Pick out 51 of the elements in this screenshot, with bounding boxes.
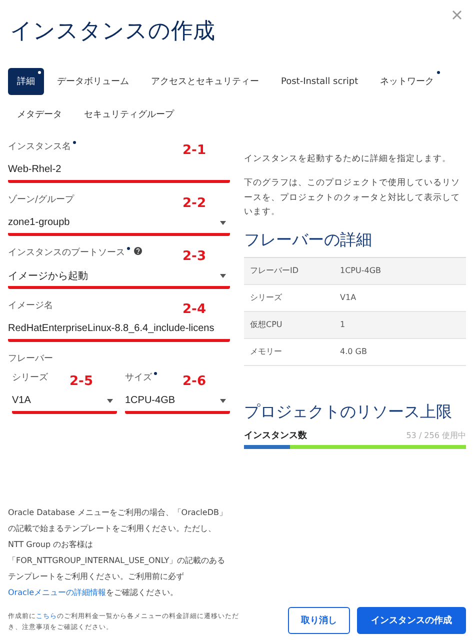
annotation-label: 2-3 [182, 249, 206, 264]
table-cell: V1A [340, 293, 356, 302]
select-field[interactable]: zone1-groupb [8, 212, 230, 236]
tab[interactable]: メタデータ [8, 101, 71, 128]
annotation-label: 2-1 [182, 143, 206, 158]
field-label: サイズ [125, 372, 152, 384]
table-cell: 4.0 GB [340, 347, 367, 356]
dialog-title: インスタンスの作成 [10, 18, 216, 46]
table-cell-text: シリーズ [250, 292, 283, 304]
field-label: イメージ名 [8, 300, 53, 312]
select-field[interactable]: V1A [12, 390, 117, 414]
close-icon[interactable] [452, 10, 462, 20]
cancel-button[interactable]: 取り消し [288, 607, 350, 634]
create-button[interactable]: インスタンスの作成 [357, 607, 466, 634]
quota-reading: 53 / 256 使用中 [406, 430, 466, 441]
input-field[interactable]: RedHatEnterpriseLinux-8.8_6.4_include-licens [8, 318, 230, 342]
caret-icon [107, 398, 113, 402]
tab[interactable]: アクセスとセキュリティー [142, 68, 268, 95]
description-text: インスタンスを起動するために詳細を指定します。 [244, 152, 452, 166]
tab[interactable]: セキュリティグループ [75, 101, 183, 128]
caret-icon [220, 398, 226, 402]
field-label: インスタンス名 [8, 140, 71, 153]
tab[interactable]: データボリューム [48, 68, 138, 95]
table-cell: 1CPU-4GB [340, 266, 382, 276]
help-icon[interactable] [134, 247, 142, 255]
description-text: 下のグラフは、このプロジェクトで使用しているリソースを、プロジェクトのクォータと対比して表示しています。 [244, 176, 461, 220]
oracle-note: Oracle Database メニューをご利用の場合、「OracleDB」の記載で始まるテンプレートをご利用ください。ただし、NTT Group のお客様は「FOR_NTTGROUP_INTERNAL_USE_ONLY」の記載のあるテンプレートをご利用ください。ご利用前に必ず Oracleメニューの詳細情報をご確認ください。 [8, 506, 228, 599]
select-field[interactable]: 1CPU-4GB [125, 390, 230, 414]
field-label: シリーズ [12, 372, 48, 384]
table-cell: 1 [340, 320, 346, 330]
section-heading: プロジェクトのリソース上限 [244, 402, 453, 423]
field-label: ゾーン/グループ [8, 193, 74, 206]
table-cell-text: フレーバーID [250, 265, 300, 276]
select-field[interactable]: イメージから起動 [8, 265, 230, 289]
tab[interactable]: ネットワーク [371, 68, 444, 95]
section-heading: フレーバーの詳細 [244, 230, 373, 251]
caret-icon [220, 220, 226, 224]
table-cell-text: 仮想CPU [250, 319, 284, 330]
details-link[interactable]: Oracleメニューの詳細情報 [8, 588, 106, 597]
field-label: フレーバー [8, 353, 53, 365]
tab[interactable]: Post-Install script [272, 68, 368, 95]
annotation-label: 2-6 [182, 374, 206, 389]
annotation-label: 2-5 [70, 374, 93, 389]
table-cell-text: メモリー [250, 346, 283, 358]
caret-icon [220, 274, 226, 278]
annotation-label: 2-4 [182, 302, 206, 317]
field-label: インスタンスのブートソース [8, 246, 125, 259]
tab[interactable]: 詳細 [8, 68, 44, 95]
input-field[interactable]: Web-Rhel-2 [8, 159, 230, 183]
annotation-label: 2-2 [182, 196, 206, 211]
quota-label: インスタンス数 [244, 430, 307, 442]
